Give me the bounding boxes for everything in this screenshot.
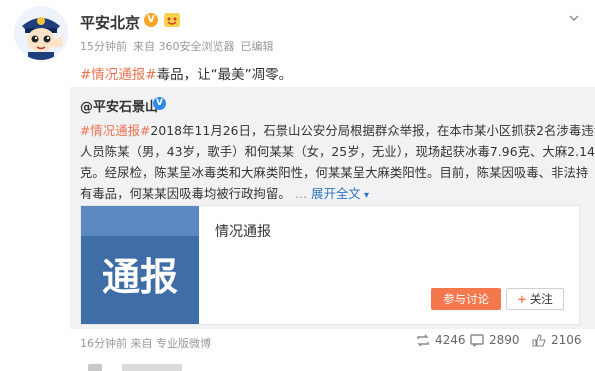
avatar-police-icon xyxy=(14,6,68,60)
topic-card-title[interactable]: 情况通报 xyxy=(215,221,271,241)
repost-author[interactable]: @平安石景山 xyxy=(80,96,158,115)
repost-footer: 16分钟前 来自 专业版微博 xyxy=(80,335,211,351)
repost-text-1: 2018年11月26日，石景山公安分局根据群众举报，在本市某小区抓获2名涉毒违法 xyxy=(150,124,595,138)
post-time[interactable]: 15分钟前 xyxy=(80,40,127,53)
topic-card[interactable]: 通报 情况通报 参与讨论 + 关注 xyxy=(80,205,580,325)
follow-label: 关注 xyxy=(529,292,553,306)
like-icon xyxy=(532,333,546,347)
topic-card-image[interactable]: 通报 xyxy=(81,206,199,324)
comment-icon xyxy=(470,333,484,347)
notice-image-icon: 通报 xyxy=(81,206,199,324)
post-edited[interactable]: 已编辑 xyxy=(241,40,274,53)
repost-line-2: 人员陈某（男，43岁，歌手）和何某某（女，25岁，无业），现场起获冰毒7.96克… xyxy=(80,145,595,159)
like-count-value: 2106 xyxy=(551,333,582,347)
repost-icon xyxy=(417,334,429,346)
post-meta: 15分钟前 来自 360安全浏览器 已编辑 xyxy=(80,38,280,54)
repost-line-3: 克。经尿检，陈某呈冰毒类和大麻类阳性，何某某呈大麻类阳性。目前，陈某因吸毒、非法… xyxy=(80,166,589,180)
next-post-edge xyxy=(70,362,595,371)
verified-icon: V xyxy=(153,97,166,110)
chevron-down-icon[interactable] xyxy=(568,12,580,24)
repost-line-1: #情况通报#2018年11月26日，石景山公安分局根据群众举报，在本市某小区抓获… xyxy=(80,121,595,139)
image-text: 通报 xyxy=(102,255,178,299)
emoji-badge-icon xyxy=(164,13,180,27)
verified-icon: V xyxy=(144,13,158,27)
post-source: 来自 360安全浏览器 xyxy=(133,40,235,53)
comment-count[interactable]: 2890 xyxy=(470,333,520,347)
repost-time[interactable]: 16分钟前 xyxy=(80,337,127,350)
avatar[interactable] xyxy=(14,6,68,60)
repost-count[interactable]: 4246 xyxy=(416,333,466,347)
repost-source: 来自 专业版微博 xyxy=(130,337,212,350)
hashtag-link[interactable]: #情况通报# xyxy=(80,67,157,83)
post-body: 毒品，让“最美”凋零。 xyxy=(156,67,293,83)
next-post-icon xyxy=(88,364,102,371)
like-count[interactable]: 2106 xyxy=(532,333,582,347)
repost-text-4: 有毒品，何某某因吸毒均被行政拘留。 xyxy=(80,187,291,201)
follow-button[interactable]: + 关注 xyxy=(506,288,564,310)
repost-line-4: 有毒品，何某某因吸毒均被行政拘留。 … 展开全文 ▾ xyxy=(80,187,370,201)
hashtag-link[interactable]: #情况通报# xyxy=(80,124,150,138)
join-discussion-button[interactable]: 参与讨论 xyxy=(431,288,501,310)
plus-icon: + xyxy=(517,292,527,306)
expand-link[interactable]: 展开全文 ▾ xyxy=(311,187,369,201)
comment-count-value: 2890 xyxy=(489,333,520,347)
next-post-text xyxy=(122,364,182,371)
post-text: #情况通报#毒品，让“最美”凋零。 xyxy=(80,63,292,83)
repost-count-value: 4246 xyxy=(435,333,466,347)
author-name[interactable]: 平安北京 xyxy=(80,12,140,33)
repost-block: @平安石景山 V #情况通报#2018年11月26日，石景山公安分局根据群众举报… xyxy=(70,87,595,350)
